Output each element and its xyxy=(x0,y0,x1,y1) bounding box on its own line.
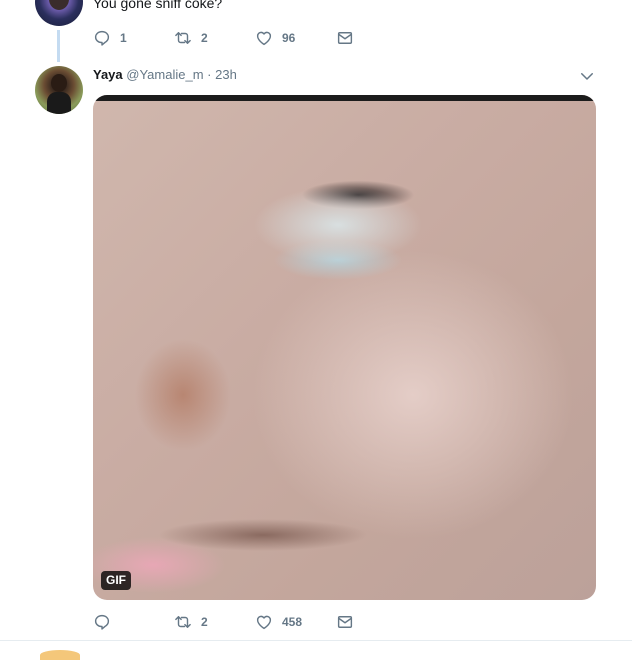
like-button[interactable]: 458 xyxy=(255,613,336,631)
display-name[interactable]: Yaya xyxy=(93,67,123,82)
avatar[interactable] xyxy=(35,0,83,26)
like-count: 458 xyxy=(282,615,303,629)
retweet-icon xyxy=(175,32,191,44)
user-handle[interactable]: @Yamalie_m xyxy=(126,67,203,82)
retweet-button[interactable]: 2 xyxy=(174,29,255,47)
avatar[interactable] xyxy=(40,650,80,660)
reply-button[interactable]: 1 xyxy=(93,29,174,47)
tweet-actions: 2 458 xyxy=(93,612,354,632)
direct-message-button[interactable] xyxy=(336,613,354,631)
reply-count: 1 xyxy=(120,31,127,45)
tweet-header: Yaya @Yamalie_m · 23h xyxy=(93,67,237,82)
envelope-icon xyxy=(337,616,353,628)
retweet-count: 2 xyxy=(201,31,208,45)
avatar[interactable] xyxy=(35,66,83,114)
heart-icon xyxy=(256,31,272,46)
reply-icon xyxy=(94,30,110,46)
reply-icon xyxy=(94,614,110,630)
gif-media[interactable]: GIF xyxy=(93,95,596,600)
retweet-count: 2 xyxy=(201,615,208,629)
retweet-button[interactable]: 2 xyxy=(174,613,255,631)
gif-badge: GIF xyxy=(101,571,131,590)
like-button[interactable]: 96 xyxy=(255,29,336,47)
direct-message-button[interactable] xyxy=(336,29,354,47)
thread-connector-line xyxy=(57,30,60,62)
separator-dot: · xyxy=(207,67,212,82)
tweet-text: You gone sniff coke? xyxy=(93,0,223,11)
tweet-divider xyxy=(0,640,632,641)
reply-button[interactable] xyxy=(93,613,174,631)
envelope-icon xyxy=(337,32,353,44)
tweet-actions: 1 2 96 xyxy=(93,28,354,48)
retweet-icon xyxy=(175,616,191,628)
chevron-down-icon[interactable] xyxy=(578,67,596,85)
like-count: 96 xyxy=(282,31,296,45)
tweet-timestamp[interactable]: 23h xyxy=(215,67,237,82)
heart-icon xyxy=(256,615,272,630)
